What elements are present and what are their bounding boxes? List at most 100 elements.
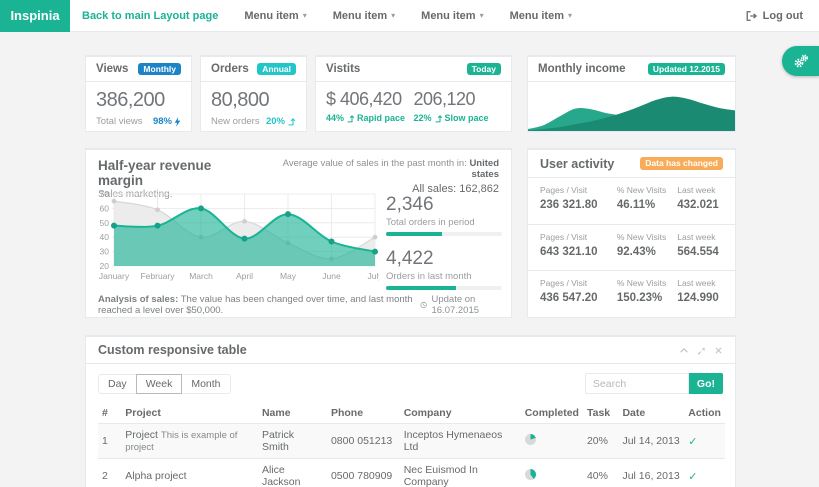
activity-value: 236 321.80 — [540, 199, 617, 211]
cell-company: Nec Euismod In Company — [400, 459, 521, 487]
table-tabs: DayWeekMonth — [98, 374, 231, 394]
tab-month[interactable]: Month — [181, 374, 230, 394]
visits-col-2: 206,120 22% Slow pace — [414, 89, 502, 123]
cell-num: 2 — [98, 459, 121, 487]
visits-sub-1: 44% Rapid pace — [326, 113, 414, 123]
projects-table: #ProjectNamePhoneCompanyCompletedTaskDat… — [98, 403, 725, 487]
activity-col-label: Pages / Visit — [540, 232, 617, 242]
column-header-action[interactable]: Action — [684, 403, 725, 424]
svg-text:June: June — [322, 271, 341, 281]
menu-item-3[interactable]: Menu item ▾ — [421, 10, 483, 22]
logout-button[interactable]: Log out — [745, 10, 803, 22]
monthly-income-chart — [528, 82, 735, 131]
activity-value: 92.43% — [617, 246, 677, 258]
activity-cell: Last week564.554 — [677, 232, 723, 271]
brand-logo[interactable]: Inspinia — [0, 0, 70, 32]
table-row: 2Alpha projectAlice Jackson0500 780909Ne… — [98, 459, 725, 487]
cell-phone: 0500 780909 — [327, 459, 400, 487]
activity-col-label: Pages / Visit — [540, 278, 617, 288]
search-input[interactable] — [585, 373, 689, 394]
card-views-body: 386,200 Total views 98% — [86, 82, 191, 127]
menu-item-2[interactable]: Menu item ▾ — [333, 10, 395, 22]
table-header: Custom responsive table — [86, 337, 735, 364]
card-title: Vistits — [326, 63, 360, 75]
card-orders: Orders Annual 80,800 New orders 20% — [200, 55, 307, 132]
check-icon[interactable]: ✓ — [688, 471, 697, 483]
card-visits-body: $ 406,420 44% Rapid pace 206,120 22% Slo… — [316, 82, 511, 123]
progress-bar — [386, 232, 502, 236]
orders-percent: 20% — [266, 116, 296, 127]
svg-text:January: January — [99, 271, 130, 281]
column-header-project[interactable]: Project — [121, 403, 258, 424]
menu-item-label: Menu item — [510, 10, 564, 22]
go-button[interactable]: Go! — [689, 373, 723, 394]
activity-col-label: Last week — [677, 185, 723, 195]
cell-action: ✓ — [684, 424, 725, 459]
svg-text:60: 60 — [100, 203, 110, 213]
activity-cell: % New Visits150.23% — [617, 278, 677, 318]
close-icon[interactable] — [714, 346, 723, 355]
activity-value: 124.990 — [677, 292, 723, 304]
revenue-chart: 203040506070JanuaryFebruaryMarchAprilMay… — [94, 190, 379, 286]
card-income-title-row: Monthly income Updated 12.2015 — [528, 57, 735, 82]
activity-value: 432.021 — [677, 199, 723, 211]
visits-value-1: $ 406,420 — [326, 89, 414, 110]
chevron-down-icon: ▾ — [480, 11, 484, 20]
column-header-[interactable]: # — [98, 403, 121, 424]
visits-value-2: 206,120 — [414, 89, 502, 110]
panel-tools — [679, 346, 723, 355]
svg-text:30: 30 — [100, 247, 110, 257]
activity-row: Pages / Visit436 547.20% New Visits150.2… — [528, 271, 735, 318]
status-badge: Today — [467, 63, 501, 76]
column-header-name[interactable]: Name — [258, 403, 327, 424]
cell-name: Alice Jackson — [258, 459, 327, 487]
activity-value: 564.554 — [677, 246, 723, 258]
menu-item-label: Menu item — [244, 10, 298, 22]
visits-col-1: $ 406,420 44% Rapid pace — [326, 89, 414, 123]
column-header-date[interactable]: Date — [618, 403, 684, 424]
tab-week[interactable]: Week — [136, 374, 183, 394]
stat-value: 4,422 — [386, 248, 502, 270]
panel-title: Half-year revenue margin — [98, 158, 257, 188]
column-header-completed[interactable]: Completed — [521, 403, 583, 424]
menu-item-4[interactable]: Menu item ▾ — [510, 10, 572, 22]
completed-pie-icon — [525, 434, 536, 445]
svg-text:70: 70 — [100, 190, 110, 199]
back-to-layout-link[interactable]: Back to main Layout page — [82, 10, 218, 22]
menu-item-1[interactable]: Menu item ▾ — [244, 10, 306, 22]
tab-day[interactable]: Day — [98, 374, 137, 394]
column-header-phone[interactable]: Phone — [327, 403, 400, 424]
card-visits: Vistits Today $ 406,420 44% Rapid pace 2… — [315, 55, 512, 132]
orders-value: 80,800 — [211, 89, 296, 112]
theme-settings-button[interactable] — [782, 46, 819, 76]
wrench-icon[interactable] — [697, 346, 706, 355]
menu-item-label: Menu item — [333, 10, 387, 22]
card-views-title-row: Views Monthly — [86, 57, 191, 82]
activity-cell: Pages / Visit436 547.20 — [540, 278, 617, 318]
cell-name: Patrick Smith — [258, 424, 327, 459]
activity-col-label: Last week — [677, 278, 723, 288]
panel-title: User activity — [540, 157, 614, 171]
views-value: 386,200 — [96, 89, 181, 112]
collapse-icon[interactable] — [679, 346, 689, 355]
status-badge: Monthly — [138, 63, 181, 76]
column-header-company[interactable]: Company — [400, 403, 521, 424]
stat-last-month-orders: 4,422 Orders in last month — [386, 248, 502, 290]
card-visits-title-row: Vistits Today — [316, 57, 511, 82]
panel-title: Custom responsive table — [98, 343, 247, 357]
activity-value: 150.23% — [617, 292, 677, 304]
chevron-down-icon: ▾ — [568, 11, 572, 20]
cell-date: Jul 14, 2013 — [618, 424, 684, 459]
cell-date: Jul 16, 2013 — [618, 459, 684, 487]
check-icon[interactable]: ✓ — [688, 436, 697, 448]
activity-row: Pages / Visit236 321.80% New Visits46.11… — [528, 178, 735, 225]
card-orders-title-row: Orders Annual — [201, 57, 306, 82]
table-row: 1Project This is example of projectPatri… — [98, 424, 725, 459]
table-head-row: #ProjectNamePhoneCompanyCompletedTaskDat… — [98, 403, 725, 424]
column-header-task[interactable]: Task — [583, 403, 618, 424]
activity-cell: Last week 124.990 — [677, 278, 723, 318]
page: Inspinia Back to main Layout page Menu i… — [0, 0, 819, 487]
menu-item-label: Menu item — [421, 10, 475, 22]
chevron-down-icon: ▾ — [391, 11, 395, 20]
chevron-down-icon: ▾ — [303, 11, 307, 20]
